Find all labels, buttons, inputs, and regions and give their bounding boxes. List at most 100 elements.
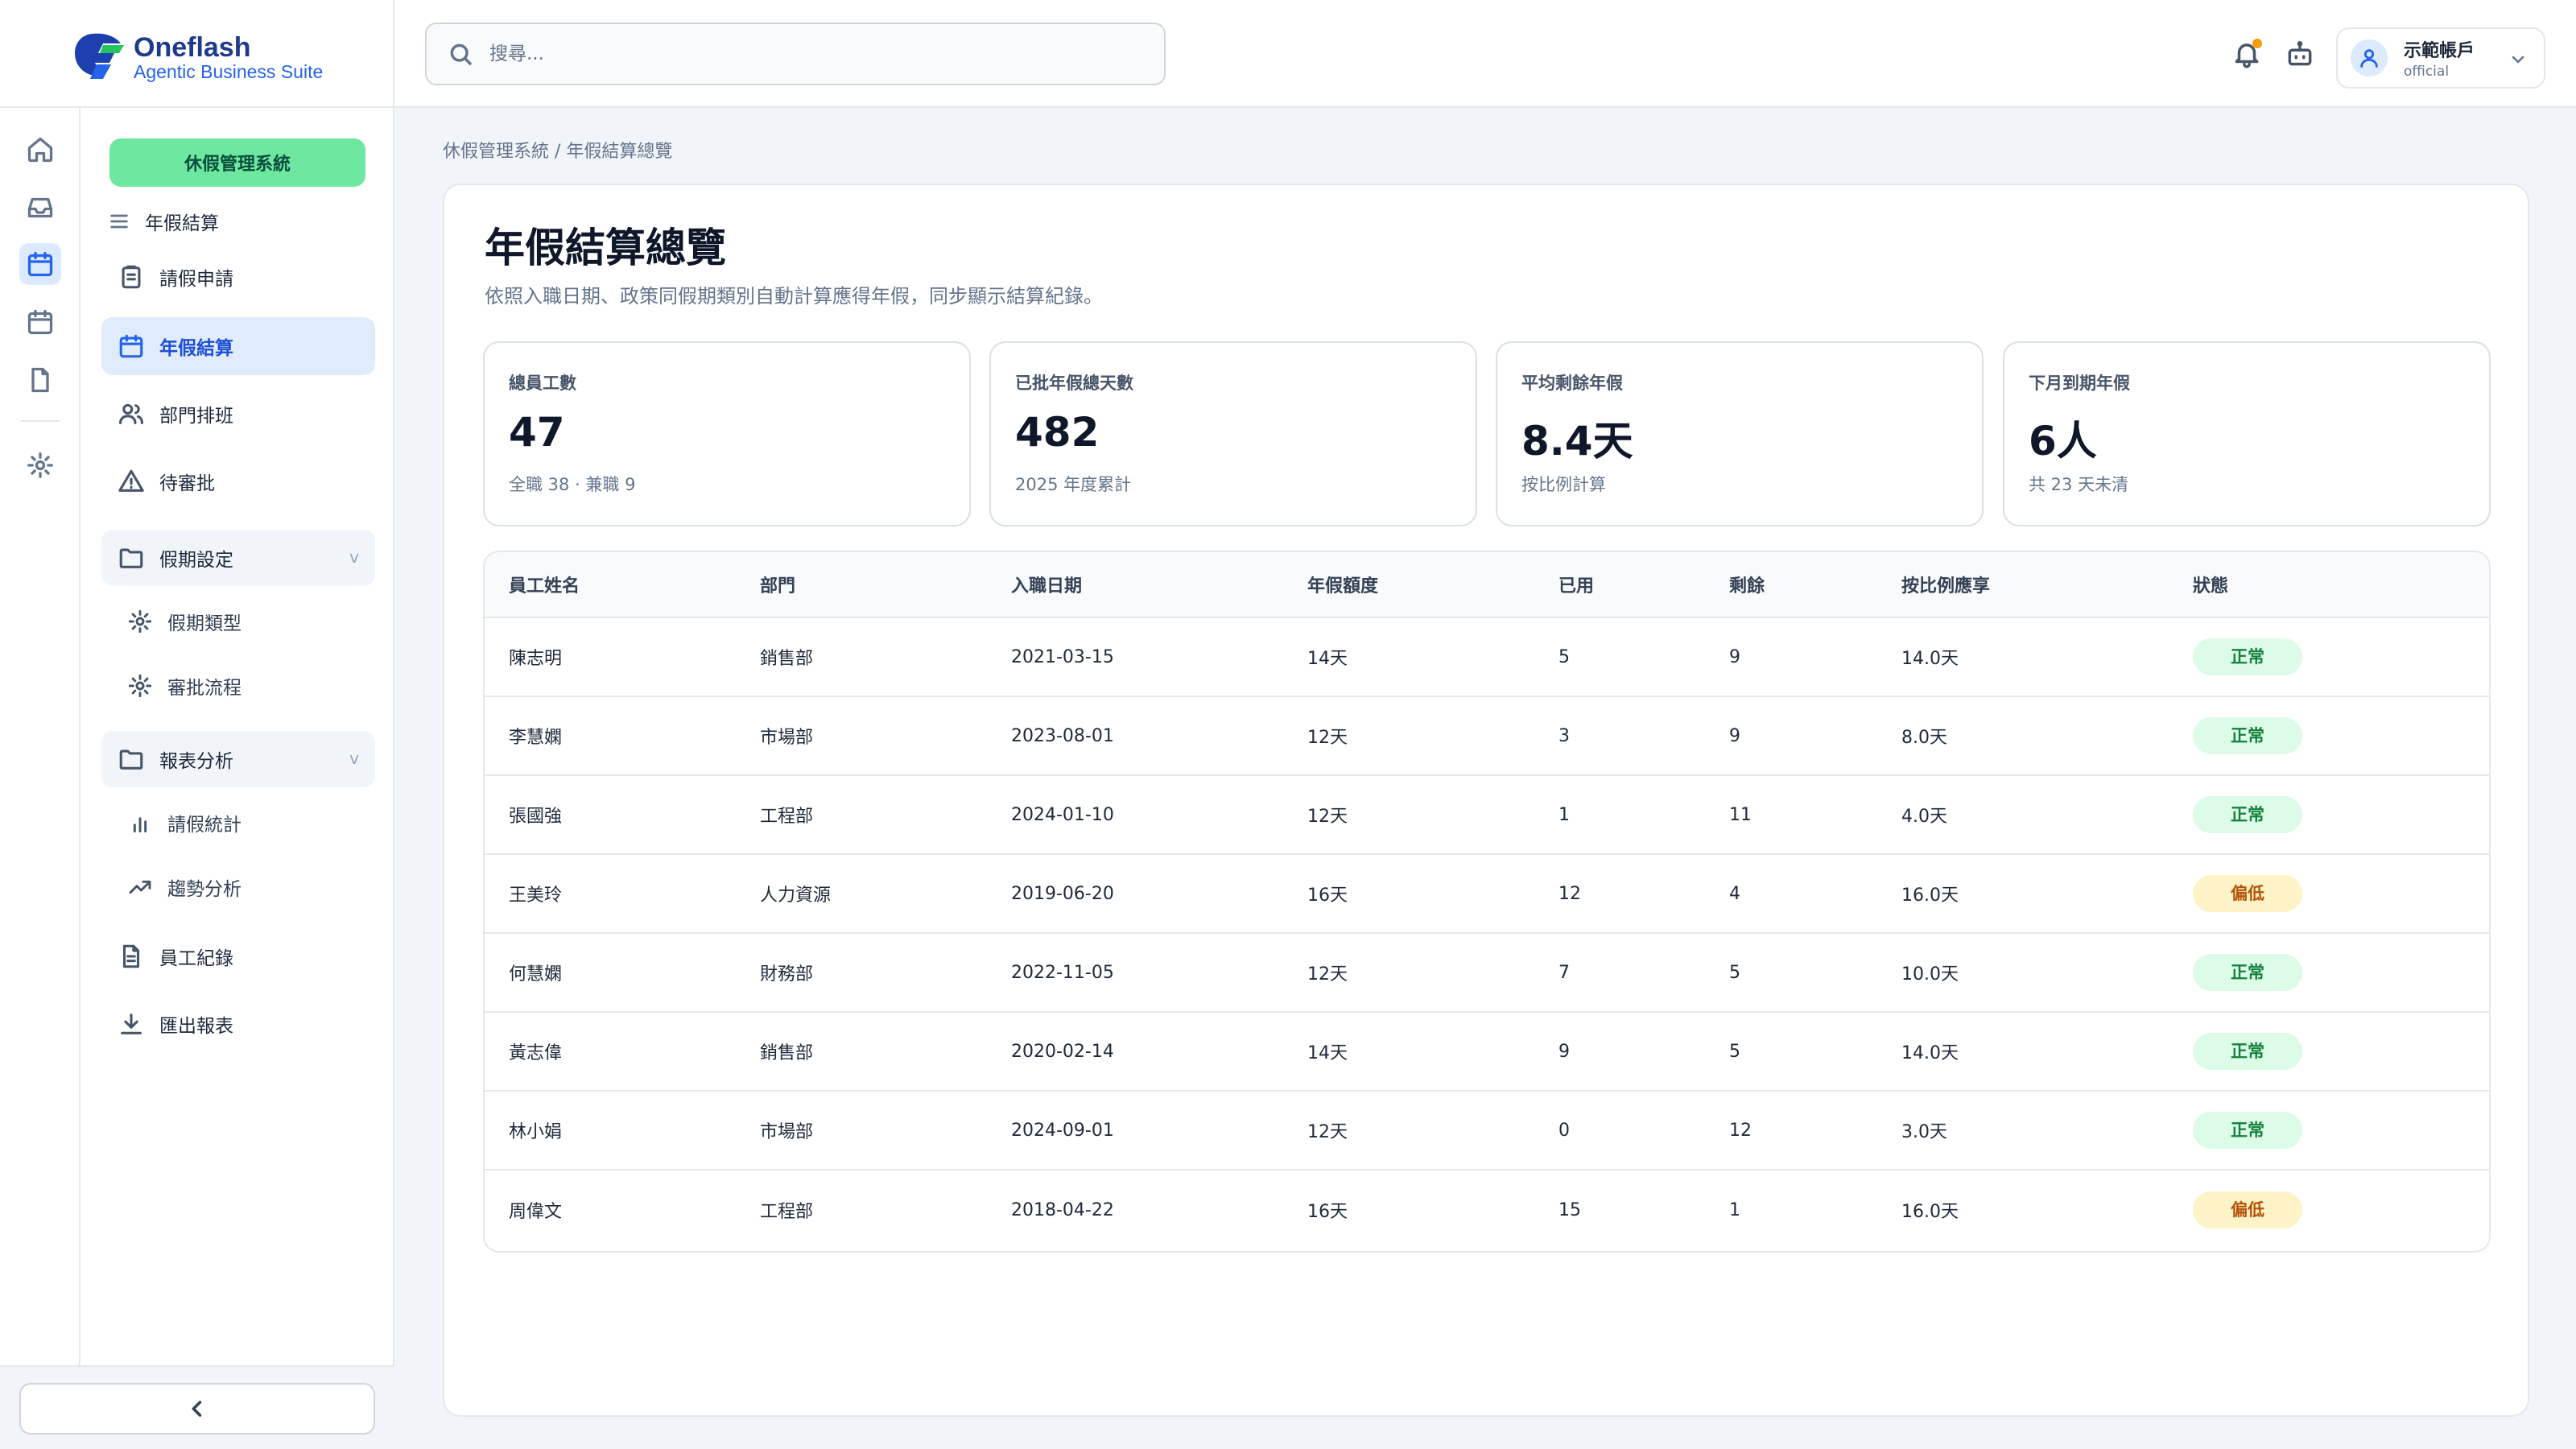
sidebar-item-trend-analysis[interactable]: 趨勢分析 <box>127 861 369 913</box>
sidebar-item-label: 匯出報表 <box>159 1016 233 1037</box>
status-badge: 正常 <box>2193 954 2302 991</box>
column-header-name[interactable]: 員工姓名 <box>509 572 580 597</box>
search-icon <box>450 43 472 65</box>
stat-label: 已批年假總天數 <box>1015 374 1133 393</box>
cell-hire-date: 2024-09-01 <box>1011 1120 1114 1141</box>
rail-divider <box>21 420 60 422</box>
assistant-button[interactable] <box>2281 35 2318 72</box>
search-input[interactable] <box>489 43 1133 64</box>
calendar-icon <box>27 309 53 335</box>
rail-settings-button[interactable] <box>19 444 61 486</box>
main-card: 年假結算總覽 依照入職日期、政策同假期類別自動計算應得年假，同步顯示結算紀錄。 … <box>443 184 2529 1417</box>
warning-icon <box>118 469 144 492</box>
cell-remaining: 9 <box>1729 646 1740 667</box>
cell-dept: 財務部 <box>760 964 814 985</box>
stat-label: 下月到期年假 <box>2029 374 2130 393</box>
table-row[interactable]: 何慧嫻 財務部 2022-11-05 12天 7 5 10.0天 正常 <box>485 934 2489 1013</box>
sidebar-group-reports[interactable]: 報表分析 v <box>101 731 375 787</box>
sidebar-item-dept-schedule[interactable]: 部門排班 <box>101 385 375 443</box>
file-icon <box>31 367 49 393</box>
status-cell: 正常 <box>2193 954 2302 991</box>
column-header-used[interactable]: 已用 <box>1558 572 1594 597</box>
sidebar-item-annual-leave[interactable]: 年假結算 <box>101 317 375 375</box>
cell-used: 1 <box>1558 804 1570 825</box>
stat-card-avg-remaining: 平均剩餘年假 8.4天 按比例計算 <box>1496 341 1984 526</box>
cell-used: 0 <box>1558 1120 1570 1141</box>
cell-hire-date: 2018-04-22 <box>1011 1199 1114 1220</box>
table-row[interactable]: 陳志明 銷售部 2021-03-15 14天 5 9 14.0天 正常 <box>485 618 2489 697</box>
cell-used: 5 <box>1558 646 1570 667</box>
stat-value: 8.4天 <box>1521 418 1633 464</box>
cell-dept: 銷售部 <box>760 1043 814 1063</box>
table-row[interactable]: 周偉文 工程部 2018-04-22 16天 15 1 16.0天 偏低 <box>485 1170 2489 1249</box>
inbox-icon <box>27 197 53 218</box>
column-header-prorated[interactable]: 按比例應享 <box>1901 572 1990 597</box>
sidebar-item-label: 年假結算 <box>159 338 233 359</box>
status-cell: 偏低 <box>2193 1191 2302 1228</box>
cell-hire-date: 2020-02-14 <box>1011 1041 1114 1062</box>
collapse-sidebar-button[interactable] <box>19 1383 375 1435</box>
system-switch-button[interactable]: 休假管理系統 <box>109 138 365 187</box>
rail-calendar-button[interactable] <box>19 243 61 285</box>
stat-note: 2025 年度累計 <box>1015 475 1132 494</box>
status-cell: 正常 <box>2193 796 2302 833</box>
stat-value: 47 <box>509 409 565 456</box>
sidebar-item-employee-records[interactable]: 員工紀錄 <box>101 927 375 985</box>
status-badge: 偏低 <box>2193 1191 2302 1228</box>
sidebar: 休假管理系統 年假結算 請假申請 年假結算 部門排班 待審批 假期設定 v 假期… <box>0 108 394 1435</box>
sidebar-item-export-report[interactable]: 匯出報表 <box>101 995 375 1053</box>
oneflash-logo-icon <box>74 33 124 79</box>
rail-documents-button[interactable] <box>19 359 61 401</box>
sidebar-item-pending-approval[interactable]: 待審批 <box>101 452 375 510</box>
column-header-status[interactable]: 狀態 <box>2193 572 2228 597</box>
rail-schedule-button[interactable] <box>19 301 61 343</box>
rail-inbox-button[interactable] <box>19 187 61 229</box>
sidebar-item-leave-stats[interactable]: 請假統計 <box>127 797 369 848</box>
cell-name: 張國強 <box>509 807 563 827</box>
cell-dept: 工程部 <box>760 807 814 827</box>
search-box[interactable] <box>425 23 1166 85</box>
sidebar-footer-divider <box>0 1365 394 1367</box>
table-row[interactable]: 黃志偉 銷售部 2020-02-14 14天 9 5 14.0天 正常 <box>485 1013 2489 1092</box>
column-header-dept[interactable]: 部門 <box>760 572 795 597</box>
status-cell: 正常 <box>2193 1033 2302 1070</box>
menu-icon <box>110 214 128 229</box>
account-menu[interactable]: 示範帳戶 official <box>2336 27 2545 89</box>
sidebar-item-leave-types[interactable]: 假期類型 <box>127 596 369 647</box>
status-cell: 正常 <box>2193 638 2302 675</box>
download-icon <box>121 1013 142 1034</box>
user-icon <box>2360 49 2378 68</box>
users-icon <box>118 403 144 424</box>
stat-value: 482 <box>1015 409 1100 456</box>
cell-quota: 12天 <box>1307 964 1348 985</box>
table-row[interactable]: 王美玲 人力資源 2019-06-20 16天 12 4 16.0天 偏低 <box>485 855 2489 934</box>
calendar-icon <box>119 334 143 358</box>
stat-label: 總員工數 <box>509 374 576 393</box>
cell-used: 7 <box>1558 962 1570 983</box>
column-header-quota[interactable]: 年假額度 <box>1307 572 1378 597</box>
column-header-hire-date[interactable]: 入職日期 <box>1011 572 1082 597</box>
status-badge: 正常 <box>2193 717 2302 754</box>
sidebar-group-leave-settings[interactable]: 假期設定 v <box>101 530 375 586</box>
status-cell: 正常 <box>2193 1112 2302 1149</box>
column-header-remaining[interactable]: 剩餘 <box>1729 572 1765 597</box>
sidebar-item-approval-flow[interactable]: 審批流程 <box>127 660 369 712</box>
rail-home-button[interactable] <box>19 129 61 171</box>
sidebar-item-label: 部門排班 <box>159 406 233 427</box>
cell-hire-date: 2023-08-01 <box>1011 725 1114 746</box>
cell-quota: 12天 <box>1307 807 1348 827</box>
cell-name: 李慧嫻 <box>509 728 563 748</box>
table-row[interactable]: 張國強 工程部 2024-01-10 12天 1 11 4.0天 正常 <box>485 776 2489 855</box>
cell-name: 黃志偉 <box>509 1043 563 1063</box>
calendar-icon <box>27 251 53 277</box>
bar-chart-icon <box>133 817 147 833</box>
icon-rail <box>0 108 80 1367</box>
cell-remaining: 9 <box>1729 725 1740 746</box>
sidebar-item-leave-request[interactable]: 請假申請 <box>101 248 375 306</box>
notifications-button[interactable] <box>2228 35 2265 72</box>
status-badge: 正常 <box>2193 638 2302 675</box>
topbar: 示範帳戶 official <box>394 0 2576 108</box>
table-row[interactable]: 林小娟 市場部 2024-09-01 12天 0 12 3.0天 正常 <box>485 1092 2489 1170</box>
cell-name: 何慧嫻 <box>509 964 563 985</box>
table-row[interactable]: 李慧嫻 市場部 2023-08-01 12天 3 9 8.0天 正常 <box>485 697 2489 776</box>
